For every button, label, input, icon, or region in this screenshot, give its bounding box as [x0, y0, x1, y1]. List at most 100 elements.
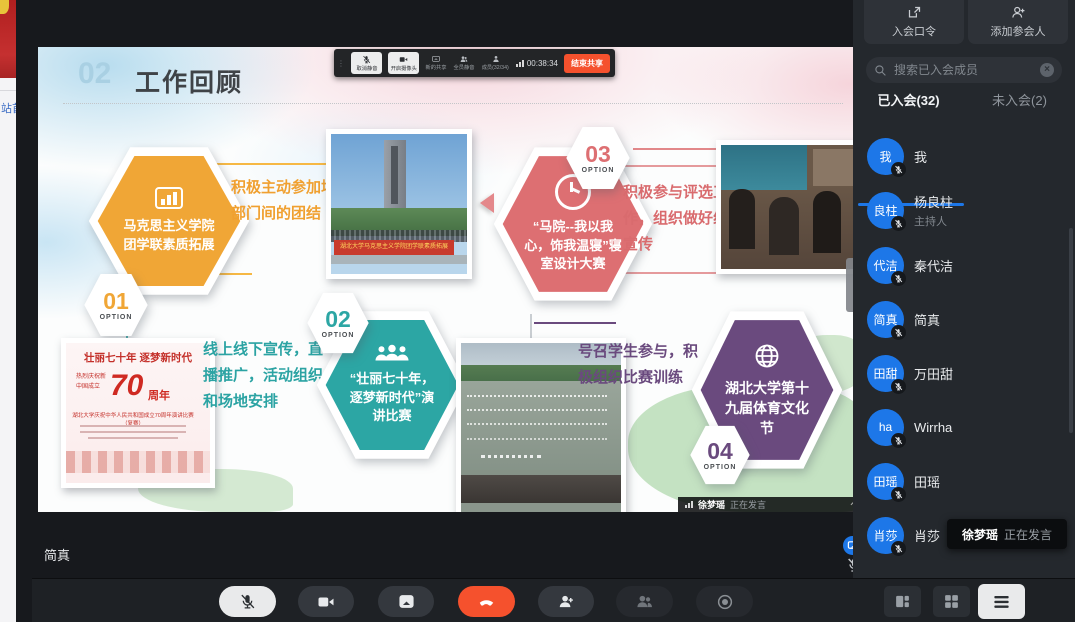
camera-icon	[317, 593, 335, 611]
connector-line	[534, 322, 616, 324]
participant-row[interactable]: 田甜 万田甜	[853, 348, 1067, 398]
poster-script: 热烈庆祝新中国成立	[76, 373, 106, 392]
poster-title: 壮丽七十年 逐梦新时代	[66, 350, 210, 365]
share-screen-icon	[398, 593, 415, 610]
drag-handle[interactable]: ⋮	[337, 62, 345, 65]
crowd-row	[467, 423, 607, 425]
bar-chart-icon	[155, 187, 183, 209]
tab-joined[interactable]: 已入会(32)	[853, 90, 964, 114]
person-silhouette	[769, 197, 799, 255]
slide-section-number: 02	[78, 57, 111, 91]
participant-name: 我	[914, 147, 927, 166]
add-participant-button[interactable]: 添加参会人	[968, 0, 1068, 44]
crowd-row	[467, 409, 607, 411]
mic-muted-icon	[362, 55, 371, 64]
participant-row[interactable]: 田瑶 田瑶	[853, 456, 1067, 506]
tab-not-joined-label: 未入会(2)	[992, 93, 1047, 108]
crowd-row	[481, 455, 541, 458]
video-tile-name: 简真	[44, 545, 70, 564]
hangup-button[interactable]	[458, 586, 515, 617]
person-add-icon	[1011, 5, 1026, 20]
unmute-button[interactable]: 取消静音	[351, 52, 382, 74]
option-caption: OPTION	[322, 332, 355, 339]
layout-list-icon	[992, 592, 1011, 611]
speaker-status: 正在发言	[730, 498, 766, 511]
photo-classroom	[716, 140, 866, 274]
invite-button[interactable]	[538, 586, 594, 617]
option-2-number-hexagon: 02 OPTION	[307, 292, 369, 354]
layout-list-button[interactable]	[978, 584, 1025, 619]
monument-detail	[391, 146, 398, 204]
arrow-decoration	[470, 193, 494, 213]
crowd-row	[467, 395, 607, 397]
participant-search[interactable]: ×	[866, 57, 1062, 83]
panel-scrollbar[interactable]	[1069, 228, 1073, 433]
background-site-text: 站首	[1, 100, 16, 116]
people-icon	[460, 55, 468, 63]
new-share-button[interactable]: 新的共享	[425, 55, 447, 71]
camera-on-button[interactable]: 开启摄像头	[388, 52, 419, 74]
photo-poster: 壮丽七十年 逐梦新时代 热烈庆祝新中国成立 70 周年 湖北大学庆祝中华人民共和…	[61, 338, 215, 488]
poster-buildings	[66, 451, 210, 473]
title-divider	[63, 103, 843, 104]
speaking-toast: 徐梦瑶 正在发言	[947, 519, 1067, 549]
meeting-timer: 00:38:34	[516, 59, 558, 68]
meeting-code-button[interactable]: 入会口令	[864, 0, 964, 44]
participant-row[interactable]: 良柱 杨良柱 主持人	[853, 185, 1067, 235]
volume-icon	[685, 501, 693, 508]
mic-muted-badge-icon	[891, 433, 906, 448]
phone-down-icon	[477, 592, 496, 611]
option-caption: OPTION	[100, 314, 133, 321]
poster-text-line	[88, 437, 178, 439]
toast-speaker-status: 正在发言	[1004, 526, 1052, 543]
members-button[interactable]	[616, 586, 673, 617]
person-silhouette	[729, 189, 755, 249]
tab-joined-label: 已入会(32)	[877, 93, 939, 108]
mute-all-button[interactable]: 全员静音	[453, 55, 475, 71]
signal-icon	[516, 60, 524, 67]
mic-muted-icon	[239, 593, 256, 610]
participant-row[interactable]: 简真 简真	[853, 294, 1067, 344]
toast-speaker-name: 徐梦瑶	[962, 526, 998, 543]
option-number: 04	[707, 440, 733, 463]
mic-muted-badge-icon	[891, 379, 906, 394]
layout-grid-button[interactable]	[933, 586, 970, 617]
person-add-icon	[558, 593, 575, 610]
person-silhouette	[813, 191, 841, 253]
avatar: 田甜	[867, 355, 904, 392]
participant-name: 秦代洁	[914, 256, 953, 275]
option-1-number-hexagon: 01 OPTION	[84, 273, 148, 337]
participant-row[interactable]: ha Wirrha	[853, 402, 1067, 452]
camera-button[interactable]	[298, 586, 354, 617]
participant-row[interactable]: 代洁 秦代洁	[853, 240, 1067, 290]
option-1-hex-text: 马克思主义学院团学联素质拓展	[97, 217, 241, 255]
participants-panel: 入会口令 添加参会人 × 已入会(32) 未入会(2) 我 我 良柱	[853, 0, 1075, 578]
layout-sidebar-icon	[894, 593, 911, 610]
mic-muted-badge-icon	[891, 541, 906, 556]
connector-line	[530, 314, 532, 340]
shared-screen-slide: 02 工作回顾 马克思主义学院团学联素质拓展	[38, 47, 866, 512]
track	[461, 475, 621, 503]
end-share-button[interactable]: 结束共享	[564, 54, 610, 73]
search-input[interactable]	[892, 62, 1035, 78]
participant-name: 万田甜	[914, 364, 953, 383]
mic-button[interactable]	[219, 586, 276, 617]
option-caption: OPTION	[704, 464, 737, 471]
layout-sidebar-button[interactable]	[884, 586, 921, 617]
members-button[interactable]: 成员(32/34)	[481, 55, 509, 71]
wall	[721, 145, 807, 190]
option-4-number-hexagon: 04 OPTION	[690, 425, 750, 485]
screen-share-toolbar: ⋮ 取消静音 开启摄像头 新的共享 全员静音	[334, 49, 615, 77]
photo-banner-text: 湖北大学马克思主义学院团学联素质拓展	[334, 240, 454, 255]
option-caption: OPTION	[582, 167, 615, 174]
avatar: 代洁	[867, 247, 904, 284]
record-button[interactable]	[696, 586, 753, 617]
mic-muted-badge-icon	[891, 325, 906, 340]
tab-not-joined[interactable]: 未入会(2)	[964, 90, 1075, 114]
speaker-name: 徐梦瑶	[698, 498, 725, 511]
participant-row[interactable]: 我 我	[853, 131, 1067, 181]
record-icon	[716, 593, 734, 611]
participant-name: Wirrha	[914, 420, 952, 435]
share-screen-button[interactable]	[378, 586, 434, 617]
clear-search-icon[interactable]: ×	[1040, 63, 1054, 77]
